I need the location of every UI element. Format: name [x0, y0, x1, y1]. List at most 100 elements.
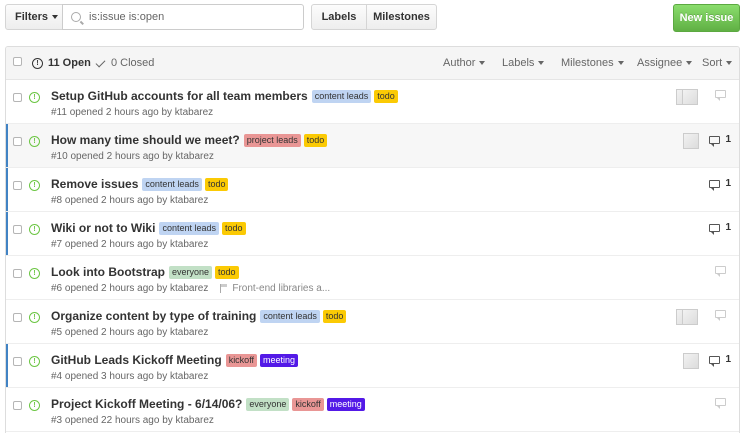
issue-title-link[interactable]: Wiki or not to Wiki	[51, 221, 155, 235]
assignee-filter-dropdown[interactable]: Assignee	[637, 57, 693, 69]
milestones-button[interactable]: Milestones	[366, 4, 437, 30]
select-all-checkbox[interactable]	[13, 57, 22, 66]
issue-label[interactable]: content leads	[311, 89, 372, 103]
labels-button[interactable]: Labels	[311, 4, 367, 30]
issue-meta: #6 opened 2 hours ago by ktabarez Front-e…	[51, 283, 330, 294]
assignee-avatar[interactable]	[682, 309, 698, 325]
issue-row[interactable]: Organize content by type of training cont…	[6, 300, 739, 344]
issue-label[interactable]: todo	[374, 89, 398, 103]
labels-button-label: Labels	[321, 11, 357, 23]
issue-label[interactable]: todo	[222, 221, 246, 235]
assignee-avatar[interactable]	[683, 133, 699, 149]
issue-meta: #7 opened 2 hours ago by ktabarez	[51, 239, 208, 250]
search-icon	[71, 12, 81, 22]
issue-row[interactable]: Wiki or not to Wiki content leadstodo #7 o…	[6, 212, 739, 256]
sort-dropdown[interactable]: Sort	[702, 57, 733, 69]
comment-icon	[709, 355, 721, 367]
issue-meta-text: #8 opened 2 hours ago by ktabarez	[51, 195, 209, 206]
open-issues-filter[interactable]: 11 Open	[32, 57, 91, 69]
issue-checkbox[interactable]	[13, 401, 22, 410]
issue-row[interactable]: Project Kickoff Meeting - 6/14/06? everyo…	[6, 388, 739, 432]
milestones-filter-dropdown[interactable]: Milestones	[561, 57, 624, 69]
issue-title-link[interactable]: Remove issues	[51, 177, 138, 191]
milestone-icon	[220, 284, 228, 293]
filters-dropdown-button[interactable]: Filters	[5, 4, 63, 30]
filters-label: Filters	[15, 11, 49, 23]
issue-meta: #5 opened 2 hours ago by ktabarez	[51, 327, 208, 338]
issue-checkbox[interactable]	[13, 269, 22, 278]
issues-toolbar: Filters is:issue is:open Labels Mileston…	[5, 4, 740, 32]
caret-down-icon	[479, 61, 486, 65]
assignee-avatar[interactable]	[682, 89, 698, 105]
issue-label[interactable]: meeting	[326, 397, 365, 411]
comment-icon	[715, 90, 726, 101]
assignee-avatar[interactable]	[683, 353, 699, 369]
issue-row[interactable]: Look into Bootstrap everyonetodo #6 opened…	[6, 256, 739, 300]
issue-title-link[interactable]: How many time should we meet?	[51, 133, 240, 147]
issue-opened-icon	[29, 356, 40, 367]
issue-title-link[interactable]: Look into Bootstrap	[51, 265, 165, 279]
issue-opened-icon	[29, 180, 40, 191]
issue-checkbox[interactable]	[13, 93, 22, 102]
author-filter-dropdown[interactable]: Author	[443, 57, 486, 69]
issue-title-line: Remove issues content leads todo	[51, 177, 231, 191]
new-issue-button[interactable]: New issue	[673, 4, 740, 32]
issue-label[interactable]: project leads	[243, 133, 301, 147]
issue-label[interactable]: content leads	[159, 221, 219, 235]
issue-label[interactable]: content leads	[260, 309, 320, 323]
author-filter-label: Author	[443, 57, 476, 69]
issue-label[interactable]: everyone	[246, 397, 290, 411]
issue-checkbox[interactable]	[13, 357, 22, 366]
issue-milestone-link[interactable]: Front-end libraries a...	[220, 283, 330, 294]
search-input[interactable]: is:issue is:open	[62, 4, 304, 30]
comments-link[interactable]	[715, 398, 731, 409]
closed-issues-filter[interactable]: 0 Closed	[95, 57, 155, 69]
issue-label[interactable]: todo	[303, 133, 328, 147]
issue-checkbox[interactable]	[13, 225, 22, 234]
comment-icon	[709, 179, 721, 191]
issue-meta-text: #11 opened 2 hours ago by ktabarez	[51, 107, 214, 118]
comments-link[interactable]: 1	[709, 134, 731, 147]
caret-down-icon	[726, 61, 733, 65]
issue-label[interactable]: everyone	[169, 265, 213, 279]
check-icon	[95, 57, 106, 67]
comments-link[interactable]: 1	[709, 222, 731, 235]
issue-label[interactable]: kickoff	[292, 397, 324, 411]
caret-down-icon	[538, 61, 545, 65]
labels-filter-dropdown[interactable]: Labels	[502, 57, 545, 69]
open-count-label: 11 Open	[48, 57, 91, 69]
issue-title-line: Setup GitHub accounts for all team membe…	[51, 89, 401, 103]
issue-label[interactable]: todo	[215, 265, 239, 279]
issue-label[interactable]: kickoff	[225, 353, 258, 367]
comments-link[interactable]: 1	[709, 354, 731, 367]
issue-label[interactable]: todo	[322, 309, 347, 323]
closed-count-label: 0 Closed	[111, 57, 155, 69]
comments-link[interactable]	[715, 310, 731, 321]
new-issue-label: New issue	[679, 12, 734, 24]
issue-title-link[interactable]: Organize content by type of training	[51, 309, 256, 323]
issue-label[interactable]: meeting	[260, 353, 299, 367]
issue-checkbox[interactable]	[13, 313, 22, 322]
comments-link[interactable]	[715, 266, 731, 277]
milestones-filter-label: Milestones	[561, 57, 614, 69]
issue-title-link[interactable]: GitHub Leads Kickoff Meeting	[51, 353, 222, 367]
issue-title-line: Project Kickoff Meeting - 6/14/06? everyo…	[51, 397, 368, 411]
issue-label[interactable]: content leads	[142, 177, 202, 191]
comments-link[interactable]	[715, 90, 731, 101]
issue-meta: #4 opened 3 hours ago by ktabarez	[51, 371, 208, 382]
issue-row[interactable]: Setup GitHub accounts for all team membe…	[6, 80, 739, 124]
caret-down-icon	[686, 61, 693, 65]
issue-title-link[interactable]: Project Kickoff Meeting - 6/14/06?	[51, 397, 242, 411]
issue-checkbox[interactable]	[13, 137, 22, 146]
issue-meta: #8 opened 2 hours ago by ktabarez	[51, 195, 208, 206]
issue-row[interactable]: Remove issues content leadstodo #8 opened …	[6, 168, 739, 212]
comment-icon	[709, 135, 721, 147]
issue-opened-icon	[29, 400, 40, 411]
issue-row[interactable]: How many time should we meet?project lea…	[6, 124, 739, 168]
issue-meta-text: #10 opened 2 hours ago by ktabarez	[51, 151, 214, 162]
comments-link[interactable]: 1	[709, 178, 731, 191]
issue-label[interactable]: todo	[204, 177, 229, 191]
issue-title-link[interactable]: Setup GitHub accounts for all team membe…	[51, 89, 308, 103]
issue-row[interactable]: GitHub Leads Kickoff Meetingkickoffmeeti…	[6, 344, 739, 388]
issue-checkbox[interactable]	[13, 181, 22, 190]
